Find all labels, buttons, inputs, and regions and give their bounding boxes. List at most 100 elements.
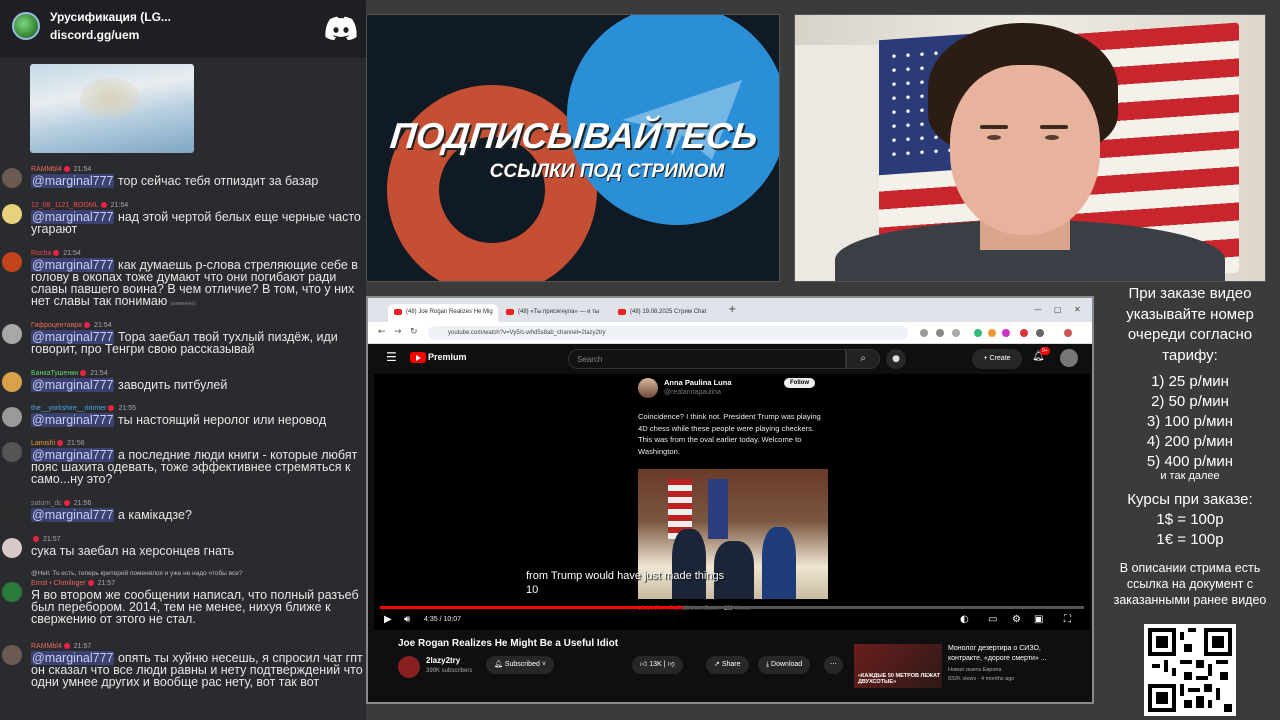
maximize-icon[interactable]: ▢	[1054, 305, 1062, 314]
chat-username[interactable]: saturn_dc	[31, 500, 62, 507]
user-avatar[interactable]	[2, 407, 22, 427]
chat-username[interactable]: БанкаТушенки	[31, 370, 78, 377]
user-mention[interactable]: @marginal777	[31, 413, 115, 427]
tweet-follow-button: Follow	[784, 378, 815, 388]
chat-username-line[interactable]: 21:57	[31, 536, 61, 544]
back-icon[interactable]: ←	[378, 327, 386, 337]
search-input[interactable]: Search	[568, 349, 846, 369]
volume-icon[interactable]: 🔊︎	[404, 614, 410, 625]
chat-username-line[interactable]: the__yorkshire__rimmer 21:55	[31, 405, 136, 413]
chat-username[interactable]: Ernst • Chmilnger	[31, 580, 86, 587]
user-avatar[interactable]	[2, 168, 22, 188]
user-avatar[interactable]	[1060, 349, 1078, 367]
role-badge-icon	[53, 250, 60, 257]
user-mention[interactable]: @marginal777	[31, 174, 115, 188]
subscribed-button[interactable]: 🔔︎ Subscribed ˅	[486, 656, 554, 674]
extension-icon[interactable]	[920, 329, 928, 337]
extension-icon[interactable]	[988, 329, 996, 337]
video-player[interactable]: Anna Paulina Luna @realannapaulina Follo…	[374, 374, 1090, 630]
video-title: Joe Rogan Realizes He Might Be a Useful …	[398, 638, 619, 649]
video-details: Joe Rogan Realizes He Might Be a Useful …	[368, 634, 1092, 702]
subtitles-icon[interactable]: ▭	[988, 614, 997, 625]
chat-username[interactable]: RAMMbl4	[31, 643, 62, 650]
user-avatar[interactable]	[2, 645, 22, 665]
chat-username-line[interactable]: Rocha 21:54	[31, 250, 81, 258]
extension-icon[interactable]	[974, 329, 982, 337]
close-icon[interactable]: ✕	[1074, 305, 1081, 314]
hamburger-menu-icon[interactable]: ☰	[386, 350, 397, 364]
user-avatar[interactable]	[2, 502, 22, 522]
channel-avatar[interactable]	[398, 656, 420, 678]
url-field[interactable]: youtube.com/watch?v=Vy5/c-whd5s8ab_chann…	[428, 326, 908, 340]
server-avatar	[12, 12, 40, 40]
microphone-icon[interactable]: ●	[886, 349, 906, 369]
autoplay-toggle-icon[interactable]: ◐	[960, 614, 969, 625]
chat-username-line[interactable]: 12_08_1121_BOOML 21:54	[31, 202, 128, 210]
user-avatar[interactable]	[2, 582, 22, 602]
forward-icon[interactable]: →	[394, 327, 402, 337]
chat-username[interactable]: RAMMbl4	[31, 166, 62, 173]
user-avatar[interactable]	[2, 204, 22, 224]
tab-joe-rogan[interactable]: (48) Joe Rogan Realizes He Mig	[388, 304, 498, 322]
chat-username-line[interactable]: RAMMbl4 21:54	[31, 166, 91, 174]
tweet-author: Anna Paulina Luna	[664, 378, 732, 387]
discord-logo-icon	[325, 16, 357, 40]
user-mention[interactable]: @marginal777	[31, 378, 115, 392]
settings-gear-icon[interactable]: ⚙	[1012, 614, 1021, 625]
chat-username[interactable]: 12_08_1121_BOOML	[31, 202, 99, 209]
chat-message-text: @marginal777 как думаешь р-слова стреляю…	[31, 258, 366, 310]
user-avatar[interactable]	[2, 324, 22, 344]
reload-icon[interactable]: ↻	[410, 327, 418, 337]
chat-username[interactable]: the__yorkshire__rimmer	[31, 405, 106, 412]
channel-name[interactable]: 2lazy2try	[426, 656, 460, 665]
chat-timestamp: 21:54	[94, 322, 112, 329]
user-avatar[interactable]	[2, 538, 22, 558]
profile-icon[interactable]	[1064, 329, 1072, 337]
extensions-menu-icon[interactable]	[1036, 329, 1044, 337]
fullscreen-icon[interactable]: ⛶	[1064, 614, 1071, 625]
tab-prisyagnula[interactable]: (48) «Ты присягнула» — и ты	[500, 304, 610, 322]
miniplayer-icon[interactable]: ▣	[1034, 614, 1043, 625]
youtube-favicon-icon	[618, 309, 626, 315]
user-avatar[interactable]	[2, 442, 22, 462]
download-button[interactable]: ⤓ Download	[758, 656, 811, 674]
extension-icon[interactable]	[1020, 329, 1028, 337]
browser-window: (48) Joe Rogan Realizes He Mig (48) «Ты …	[366, 296, 1094, 704]
discord-invite-link[interactable]: discord.gg/uem	[50, 28, 139, 42]
play-icon[interactable]: ▶	[384, 614, 392, 625]
minimize-icon[interactable]: —	[1034, 305, 1042, 314]
chat-username-line[interactable]: Гифроцентавра 21:54	[31, 322, 112, 330]
tab-stream-chat[interactable]: (48) 19.08.2025 Стрим Chat	[612, 304, 722, 322]
user-avatar[interactable]	[2, 252, 22, 272]
user-mention[interactable]: @marginal777	[31, 508, 115, 522]
create-button[interactable]: + Create	[972, 349, 1022, 369]
search-icon[interactable]: ⌕	[846, 349, 880, 369]
promo-subtitle: ССЫЛКИ ПОД СТРИМОМ	[489, 161, 725, 182]
chat-username-line[interactable]: Ernst • Chmilnger 21:57	[31, 580, 115, 588]
more-actions-icon[interactable]: ⋯	[824, 656, 843, 674]
chat-username[interactable]: Lamishi	[31, 440, 55, 447]
extension-icon[interactable]	[1002, 329, 1010, 337]
share-button[interactable]: ↗ Share	[706, 656, 749, 674]
like-button[interactable]: 👍︎ 13K | 👎︎	[632, 656, 683, 674]
chat-username-line[interactable]: БанкаТушенки 21:54	[31, 370, 108, 378]
webcam-feed	[794, 14, 1266, 282]
reply-preview[interactable]: @Heil: То есть, теперь критерий поменялс…	[31, 570, 243, 577]
zoom-icon[interactable]	[936, 329, 944, 337]
chat-username[interactable]: Rocha	[31, 250, 51, 257]
recommended-title[interactable]: Монолог дезертира о СИЗО, контракте, «до…	[948, 644, 1066, 664]
youtube-logo-icon[interactable]	[410, 352, 426, 363]
chat-username-line[interactable]: Lamishi 21:56	[31, 440, 85, 448]
user-avatar[interactable]	[2, 372, 22, 392]
chat-username-line[interactable]: RAMMbl4 21:57	[31, 643, 91, 651]
recommended-thumbnail[interactable]: «КАЖДЫЕ 50 МЕТРОВ ЛЕЖАТ ДВУХСОТЫЕ»	[854, 644, 942, 688]
role-badge-icon	[80, 370, 87, 377]
share-icon[interactable]	[952, 329, 960, 337]
progress-bar[interactable]	[380, 606, 1084, 609]
player-controls: ▶ 🔊︎ 4:35 / 10:07 ◐ ▭ ⚙ ▣ ⛶	[374, 612, 1090, 630]
chat-username-line[interactable]: saturn_dc 21:56	[31, 500, 91, 508]
chat-username[interactable]: Гифроцентавра	[31, 322, 82, 329]
chat-attachment-image[interactable]	[30, 64, 194, 153]
new-tab-icon[interactable]: +	[728, 304, 736, 315]
youtube-premium-label[interactable]: Premium	[428, 352, 467, 362]
